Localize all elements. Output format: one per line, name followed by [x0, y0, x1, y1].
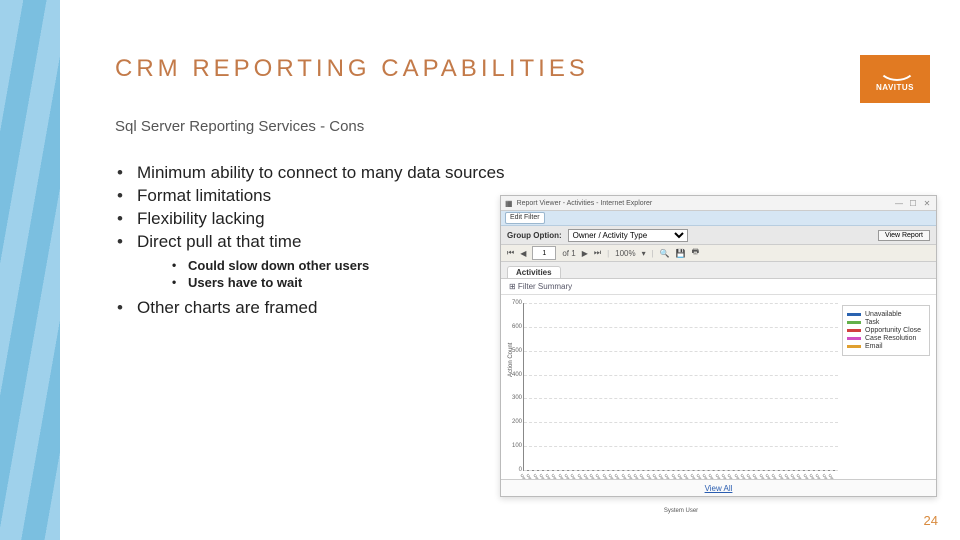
legend-label: Email	[865, 343, 883, 350]
zoom-label: 100%	[615, 249, 635, 258]
window-title: Report Viewer - Activities - Internet Ex…	[517, 200, 890, 207]
find-icon[interactable]: 🔍	[660, 249, 670, 258]
bullet-text: Minimum ability to connect to many data …	[137, 163, 505, 182]
legend-label: Opportunity Close	[865, 327, 921, 334]
legend-item: Email	[847, 343, 925, 350]
page-number-input[interactable]	[532, 246, 556, 260]
group-option-select[interactable]: Owner / Activity Type	[568, 229, 688, 242]
chart-legend: UnavailableTaskOpportunity CloseCase Res…	[842, 305, 930, 356]
page-subtitle: Sql Server Reporting Services - Cons	[115, 118, 930, 135]
bullet-item: Minimum ability to connect to many data …	[115, 163, 930, 183]
filter-summary-row[interactable]: ⊞ Filter Summary	[501, 279, 936, 295]
bullet-text: Users have to wait	[188, 275, 302, 290]
bullet-text: Other charts are framed	[137, 298, 317, 317]
view-all-link[interactable]: View All	[705, 484, 733, 493]
print-icon[interactable]: 🖶	[692, 246, 700, 260]
bullet-text: Direct pull at that time	[137, 232, 301, 251]
first-page-icon[interactable]: ⏮	[507, 248, 514, 258]
view-report-button[interactable]: View Report	[878, 230, 930, 241]
report-footer: View All	[501, 479, 936, 496]
bar-chart: Action Count 0100200300400500600700User …	[523, 303, 838, 471]
prev-page-icon[interactable]: ◀	[520, 249, 526, 258]
group-option-label: Group Option:	[507, 231, 562, 240]
legend-swatch	[847, 321, 861, 324]
maximize-icon[interactable]: ☐	[908, 199, 918, 208]
legend-item: Opportunity Close	[847, 327, 925, 334]
y-tick: 600	[504, 324, 522, 330]
page-of-label: of 1	[562, 249, 575, 258]
legend-item: Unavailable	[847, 311, 925, 318]
y-tick: 300	[504, 395, 522, 401]
edit-filter-button[interactable]: Edit Filter	[505, 212, 545, 224]
bullet-text: Format limitations	[137, 186, 271, 205]
window-titlebar: ▦ Report Viewer - Activities - Internet …	[501, 196, 936, 211]
window-icon: ▦	[505, 199, 513, 208]
legend-swatch	[847, 329, 861, 332]
minimize-icon[interactable]: —	[894, 199, 904, 208]
legend-swatch	[847, 345, 861, 348]
report-tabbar: Activities	[501, 262, 936, 279]
report-toolbar: ⏮ ◀ of 1 ▶ ⏭ | 100% ▾ | 🔍 💾 🖶	[501, 245, 936, 262]
last-page-icon[interactable]: ⏭	[594, 248, 601, 258]
next-page-icon[interactable]: ▶	[582, 249, 588, 258]
bullet-text: Could slow down other users	[188, 258, 369, 273]
page-title: CRM REPORTING CAPABILITIES	[115, 55, 930, 83]
filter-bar: Edit Filter	[501, 211, 936, 226]
slide-page-number: 24	[924, 513, 938, 528]
chart-area: Action Count 0100200300400500600700User …	[501, 295, 936, 475]
report-viewer-window: ▦ Report Viewer - Activities - Internet …	[500, 195, 937, 497]
y-tick: 400	[504, 372, 522, 378]
group-option-bar: Group Option: Owner / Activity Type View…	[501, 226, 936, 245]
legend-swatch	[847, 313, 861, 316]
y-tick: 200	[504, 419, 522, 425]
x-axis-label: System User	[664, 508, 698, 514]
legend-label: Case Resolution	[865, 335, 916, 342]
legend-swatch	[847, 337, 861, 340]
y-tick: 700	[504, 300, 522, 306]
decorative-left-stripe	[0, 0, 60, 540]
legend-item: Case Resolution	[847, 335, 925, 342]
export-icon[interactable]: 💾	[676, 249, 686, 258]
legend-item: Task	[847, 319, 925, 326]
y-tick: 500	[504, 348, 522, 354]
legend-label: Task	[865, 319, 879, 326]
close-icon[interactable]: ✕	[922, 199, 932, 208]
y-tick: 0	[504, 467, 522, 473]
y-tick: 100	[504, 443, 522, 449]
zoom-dropdown-icon[interactable]: ▾	[642, 249, 646, 258]
legend-label: Unavailable	[865, 311, 902, 318]
bullet-text: Flexibility lacking	[137, 209, 265, 228]
tab-activities[interactable]: Activities	[507, 266, 561, 278]
